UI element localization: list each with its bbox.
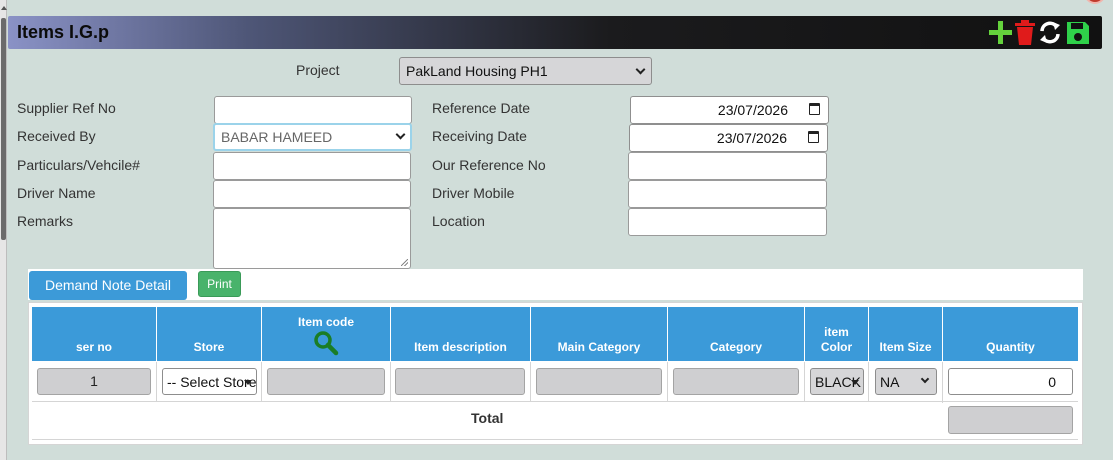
- item-code-input[interactable]: [267, 368, 385, 395]
- chevron-down-icon: [920, 374, 930, 384]
- chevron-down-icon: [851, 380, 859, 385]
- item-color-select[interactable]: BLACK: [810, 368, 864, 395]
- column-divider: [530, 362, 531, 402]
- supplier-ref-label: Supplier Ref No: [17, 100, 116, 116]
- search-icon[interactable]: [313, 330, 339, 356]
- driver-mobile-input[interactable]: [628, 180, 827, 208]
- particulars-label: Particulars/Vehcile#: [17, 157, 140, 173]
- received-by-select[interactable]: BABAR HAMEED: [213, 123, 412, 151]
- add-icon[interactable]: [988, 19, 1012, 46]
- location-label: Location: [432, 213, 485, 229]
- project-value: PakLand Housing PH1: [406, 63, 548, 79]
- scrollbar-thumb[interactable]: [1, 18, 6, 240]
- resize-grip-icon[interactable]: [401, 259, 408, 266]
- column-divider: [156, 362, 157, 402]
- item-size-select[interactable]: NA: [875, 368, 937, 395]
- supplier-ref-input[interactable]: [214, 96, 412, 124]
- our-ref-label: Our Reference No: [432, 157, 546, 173]
- col-header-quantity: Quantity: [943, 307, 1078, 361]
- item-code-label: Item code: [297, 315, 354, 329]
- col-header-store: Store: [157, 307, 261, 361]
- item-size-value: NA: [880, 374, 900, 390]
- page-header: Items I.G.p: [8, 16, 1102, 49]
- total-quantity-field: [948, 406, 1073, 434]
- tab-demand-note-detail[interactable]: Demand Note Detail: [29, 271, 187, 300]
- left-scrollbar[interactable]: [0, 0, 7, 460]
- quantity-value: 0: [1048, 374, 1056, 390]
- calendar-icon[interactable]: [809, 103, 820, 115]
- refresh-icon[interactable]: [1038, 19, 1062, 46]
- reference-date-input[interactable]: 23/07/2026: [630, 96, 829, 124]
- col-header-item-color: item Color: [805, 307, 868, 361]
- print-button[interactable]: Print: [198, 271, 241, 297]
- quantity-input[interactable]: 0: [948, 368, 1073, 395]
- scroll-up-icon[interactable]: [1, 6, 7, 10]
- col-header-item-description: Item description: [391, 307, 530, 361]
- receiving-date-value: 23/07/2026: [716, 130, 787, 146]
- ser-no-cell: 1: [37, 368, 151, 395]
- received-by-value: BABAR HAMEED: [221, 129, 333, 145]
- project-select[interactable]: PakLand Housing PH1: [399, 57, 652, 85]
- col-header-item-code: Item code: [262, 307, 390, 361]
- column-divider: [667, 362, 668, 402]
- chevron-down-icon: [244, 380, 252, 385]
- driver-name-input[interactable]: [213, 180, 411, 208]
- receiving-date-input[interactable]: 23/07/2026: [629, 124, 828, 152]
- col-header-category: Category: [668, 307, 804, 361]
- item-description-input[interactable]: [395, 368, 525, 395]
- column-divider: [868, 362, 869, 402]
- remarks-textarea[interactable]: [213, 208, 411, 269]
- col-header-ser-no: ser no: [32, 307, 156, 361]
- delete-icon[interactable]: [1013, 19, 1037, 46]
- corner-badge-icon: [1084, 0, 1106, 4]
- calendar-icon[interactable]: [808, 131, 819, 143]
- driver-mobile-label: Driver Mobile: [432, 185, 515, 201]
- project-label: Project: [296, 62, 340, 78]
- save-icon[interactable]: [1066, 19, 1090, 46]
- main-category-input[interactable]: [536, 368, 662, 395]
- receiving-date-label: Receiving Date: [432, 128, 527, 144]
- store-select[interactable]: -- Select Store: [162, 368, 257, 395]
- column-divider: [390, 362, 391, 402]
- reference-date-label: Reference Date: [432, 100, 531, 116]
- column-divider: [804, 362, 805, 402]
- col-header-item-size: Item Size: [869, 307, 942, 361]
- total-label: Total: [471, 410, 504, 426]
- remarks-label: Remarks: [17, 213, 74, 229]
- reference-date-value: 23/07/2026: [717, 102, 788, 118]
- column-divider: [261, 362, 262, 402]
- particulars-input[interactable]: [213, 152, 411, 180]
- location-input[interactable]: [628, 208, 827, 236]
- chevron-down-icon: [395, 129, 406, 140]
- total-row: [32, 403, 1078, 440]
- col-header-main-category: Main Category: [531, 307, 667, 361]
- received-by-label: Received By: [17, 128, 96, 144]
- page-title: Items I.G.p: [17, 22, 110, 42]
- chevron-down-icon: [635, 64, 646, 75]
- driver-name-label: Driver Name: [17, 185, 96, 201]
- our-ref-input[interactable]: [628, 152, 827, 180]
- category-input[interactable]: [673, 368, 799, 395]
